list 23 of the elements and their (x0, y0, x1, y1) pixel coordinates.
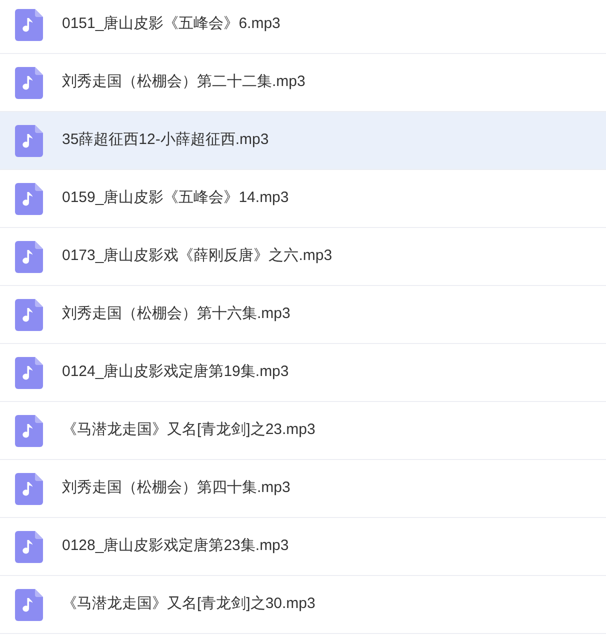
file-name: 0151_唐山皮影《五峰会》6.mp3 (62, 14, 280, 34)
file-name: 刘秀走国（松棚会）第十六集.mp3 (62, 304, 290, 324)
file-name: 0124_唐山皮影戏定唐第19集.mp3 (62, 362, 289, 382)
music-file-icon (15, 298, 43, 330)
music-file-icon (15, 8, 43, 40)
music-file-icon (15, 588, 43, 620)
file-name: 0159_唐山皮影《五峰会》14.mp3 (62, 188, 289, 208)
file-name: 《马潜龙走国》又名[青龙剑]之30.mp3 (62, 594, 316, 614)
file-name: 刘秀走国（松棚会）第二十二集.mp3 (62, 72, 306, 92)
file-name: 《马潜龙走国》又名[青龙剑]之23.mp3 (62, 420, 316, 440)
file-name: 0128_唐山皮影戏定唐第23集.mp3 (62, 536, 289, 556)
music-file-icon (15, 414, 43, 446)
music-file-icon (15, 182, 43, 214)
music-file-icon (15, 472, 43, 504)
file-name: 35薛超征西12-小薛超征西.mp3 (62, 130, 269, 150)
music-file-icon (15, 66, 43, 98)
music-file-icon (15, 124, 43, 156)
music-file-icon (15, 530, 43, 562)
music-file-icon (15, 240, 43, 272)
file-name: 0173_唐山皮影戏《薛刚反唐》之六.mp3 (62, 246, 332, 266)
music-file-icon (15, 356, 43, 388)
file-name: 刘秀走国（松棚会）第四十集.mp3 (62, 478, 290, 498)
file-row[interactable]: 35薛超征西12-小薛超征西.mp3 (0, 112, 606, 170)
